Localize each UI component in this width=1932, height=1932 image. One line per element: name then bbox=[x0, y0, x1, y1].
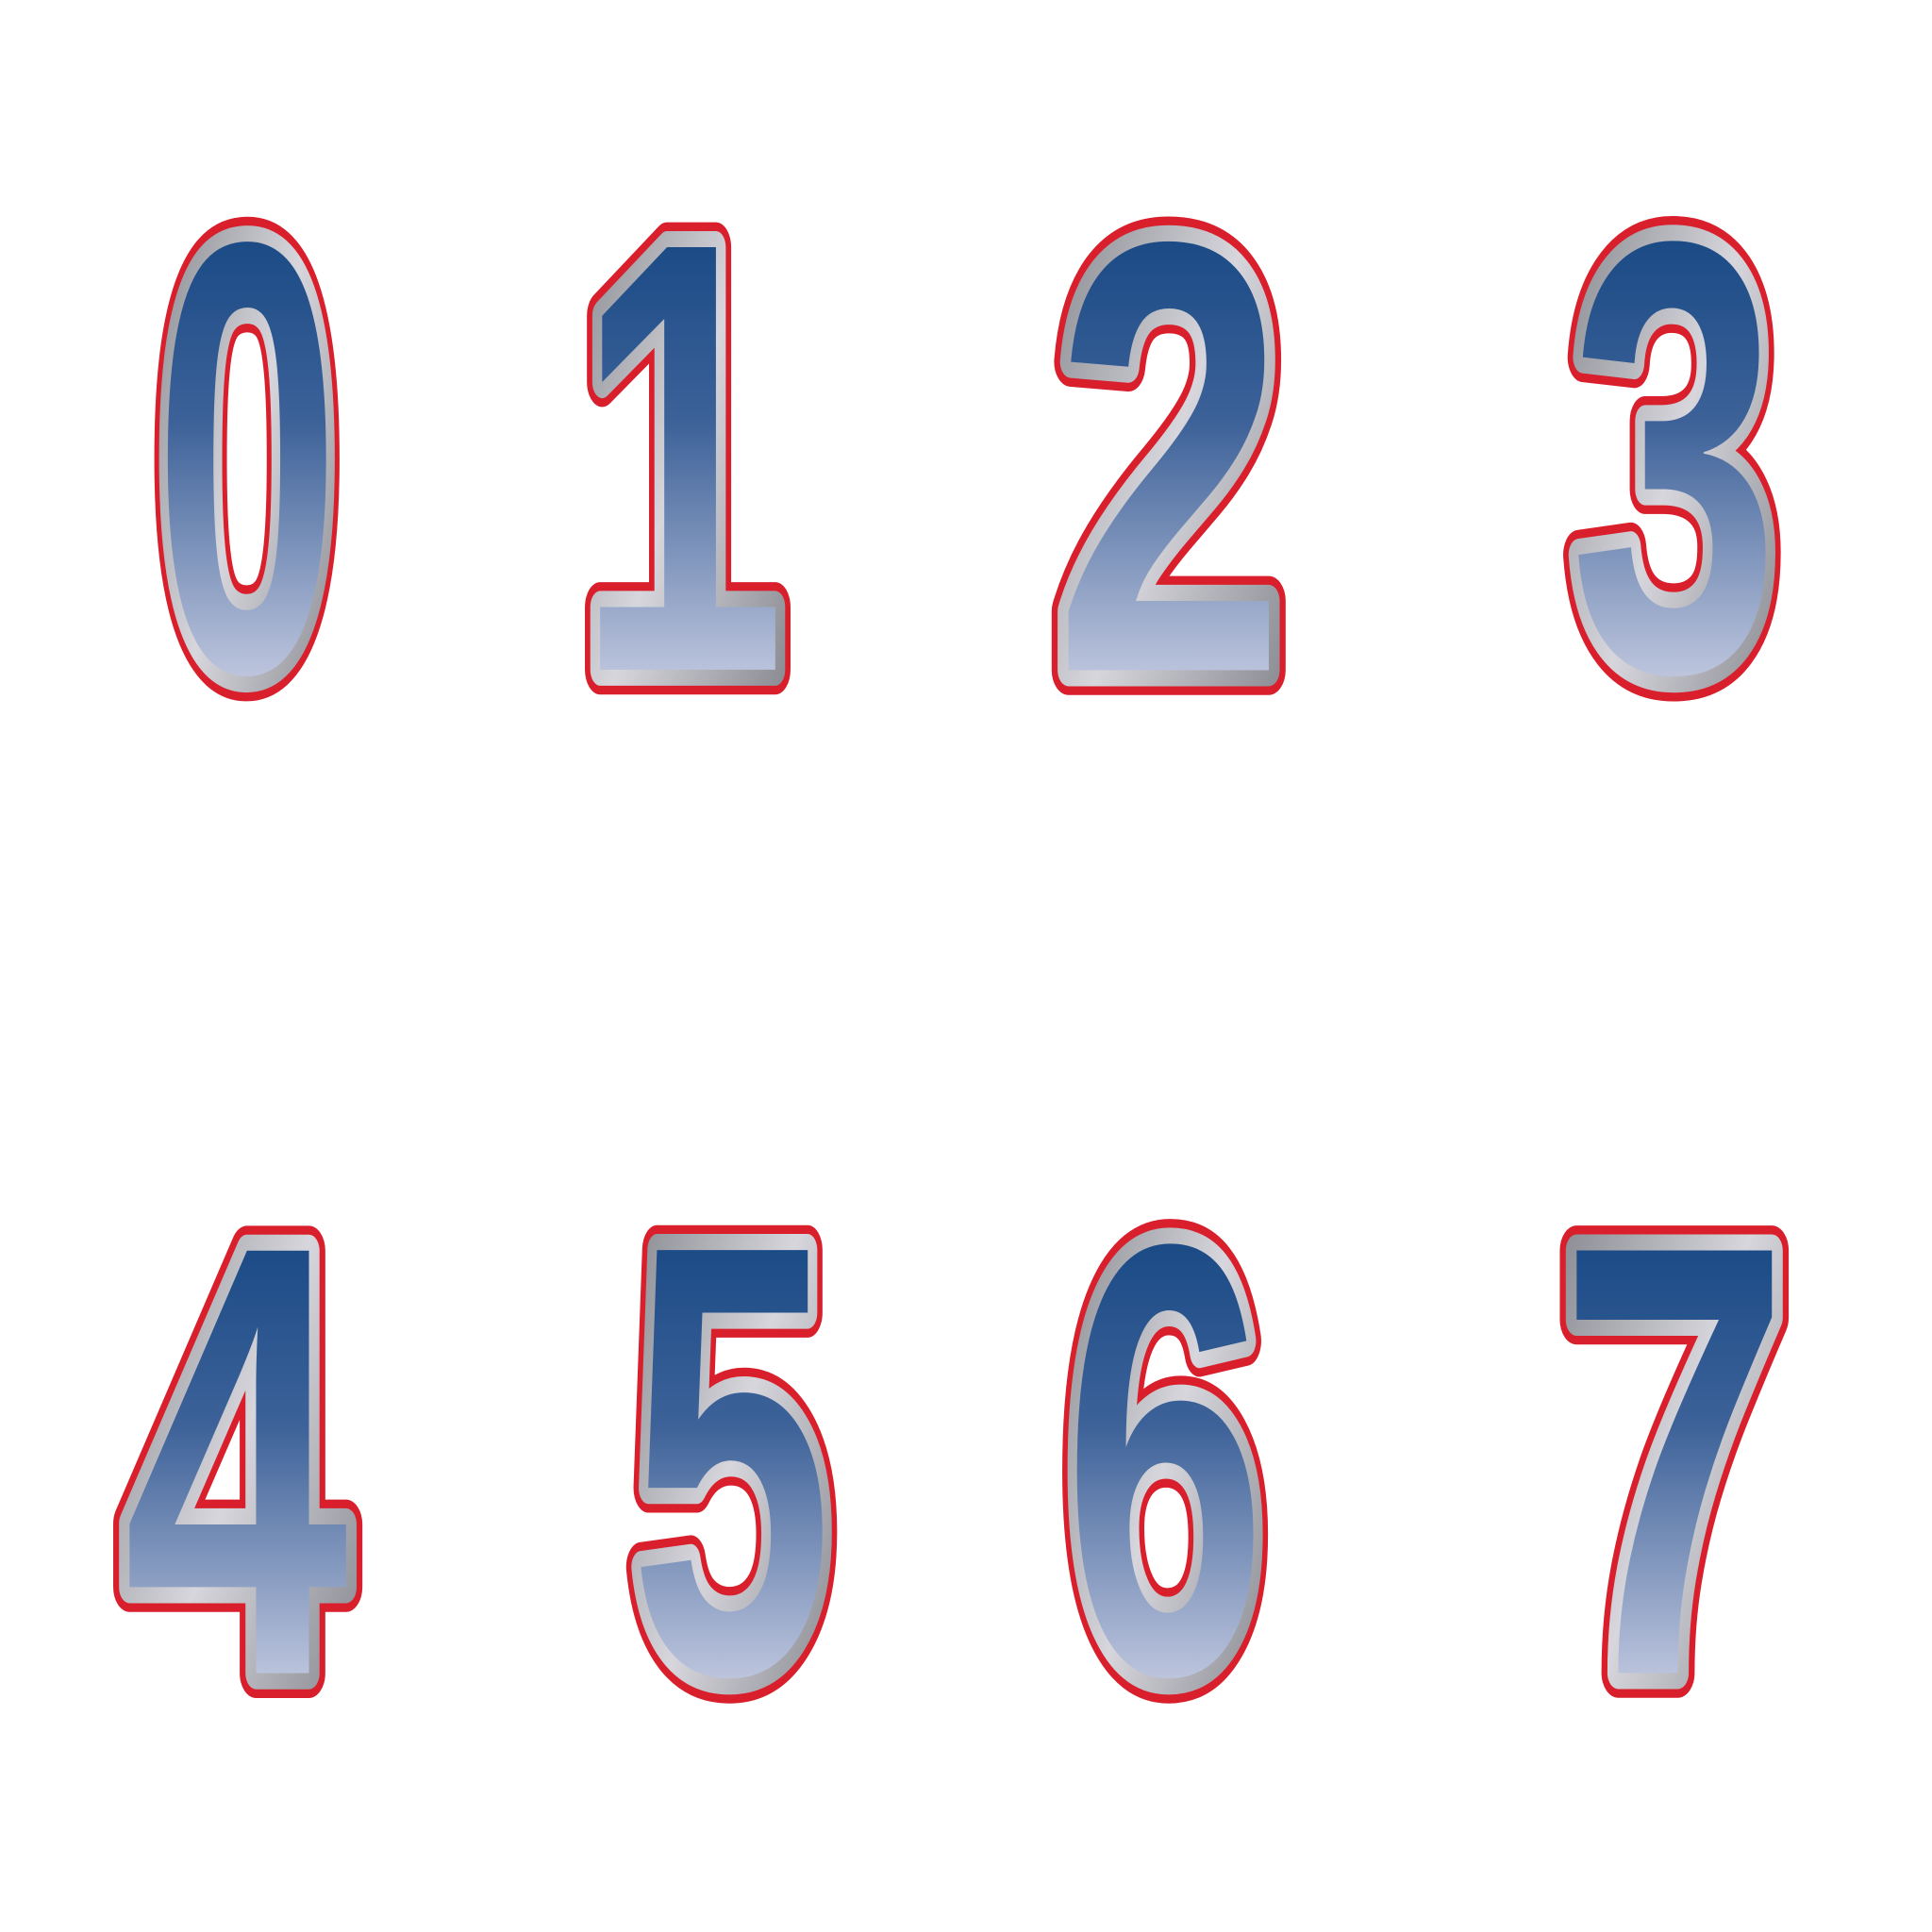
digit-2-face: 2 bbox=[1054, 114, 1285, 800]
digit-3: 3 3 3 bbox=[1550, 95, 1798, 820]
digit-2: 2 2 2 bbox=[1034, 94, 1307, 821]
digit-5: 5 5 5 bbox=[610, 1098, 852, 1823]
digit-0-face: 0 bbox=[155, 114, 340, 800]
digit-1-face: 1 bbox=[576, 114, 786, 800]
digit-5-face: 5 bbox=[630, 1117, 833, 1803]
digit-1: 1 1 1 bbox=[557, 95, 805, 820]
digit-6-face: 6 bbox=[1064, 1117, 1267, 1803]
digit-4: 4 4 4 bbox=[103, 1097, 371, 1824]
digit-6: 6 6 6 bbox=[1044, 1098, 1286, 1823]
digit-7: 7 7 7 bbox=[1539, 1097, 1811, 1824]
digit-0: 0 0 0 bbox=[136, 96, 358, 819]
number-set-canvas: 0 0 0 1 1 1 2 2 2 3 3 3 4 4 4 5 5 5 6 6 … bbox=[0, 0, 1932, 1932]
digit-3-face: 3 bbox=[1570, 114, 1779, 800]
digit-4-face: 4 bbox=[124, 1117, 351, 1804]
digit-7-face: 7 bbox=[1558, 1117, 1790, 1803]
